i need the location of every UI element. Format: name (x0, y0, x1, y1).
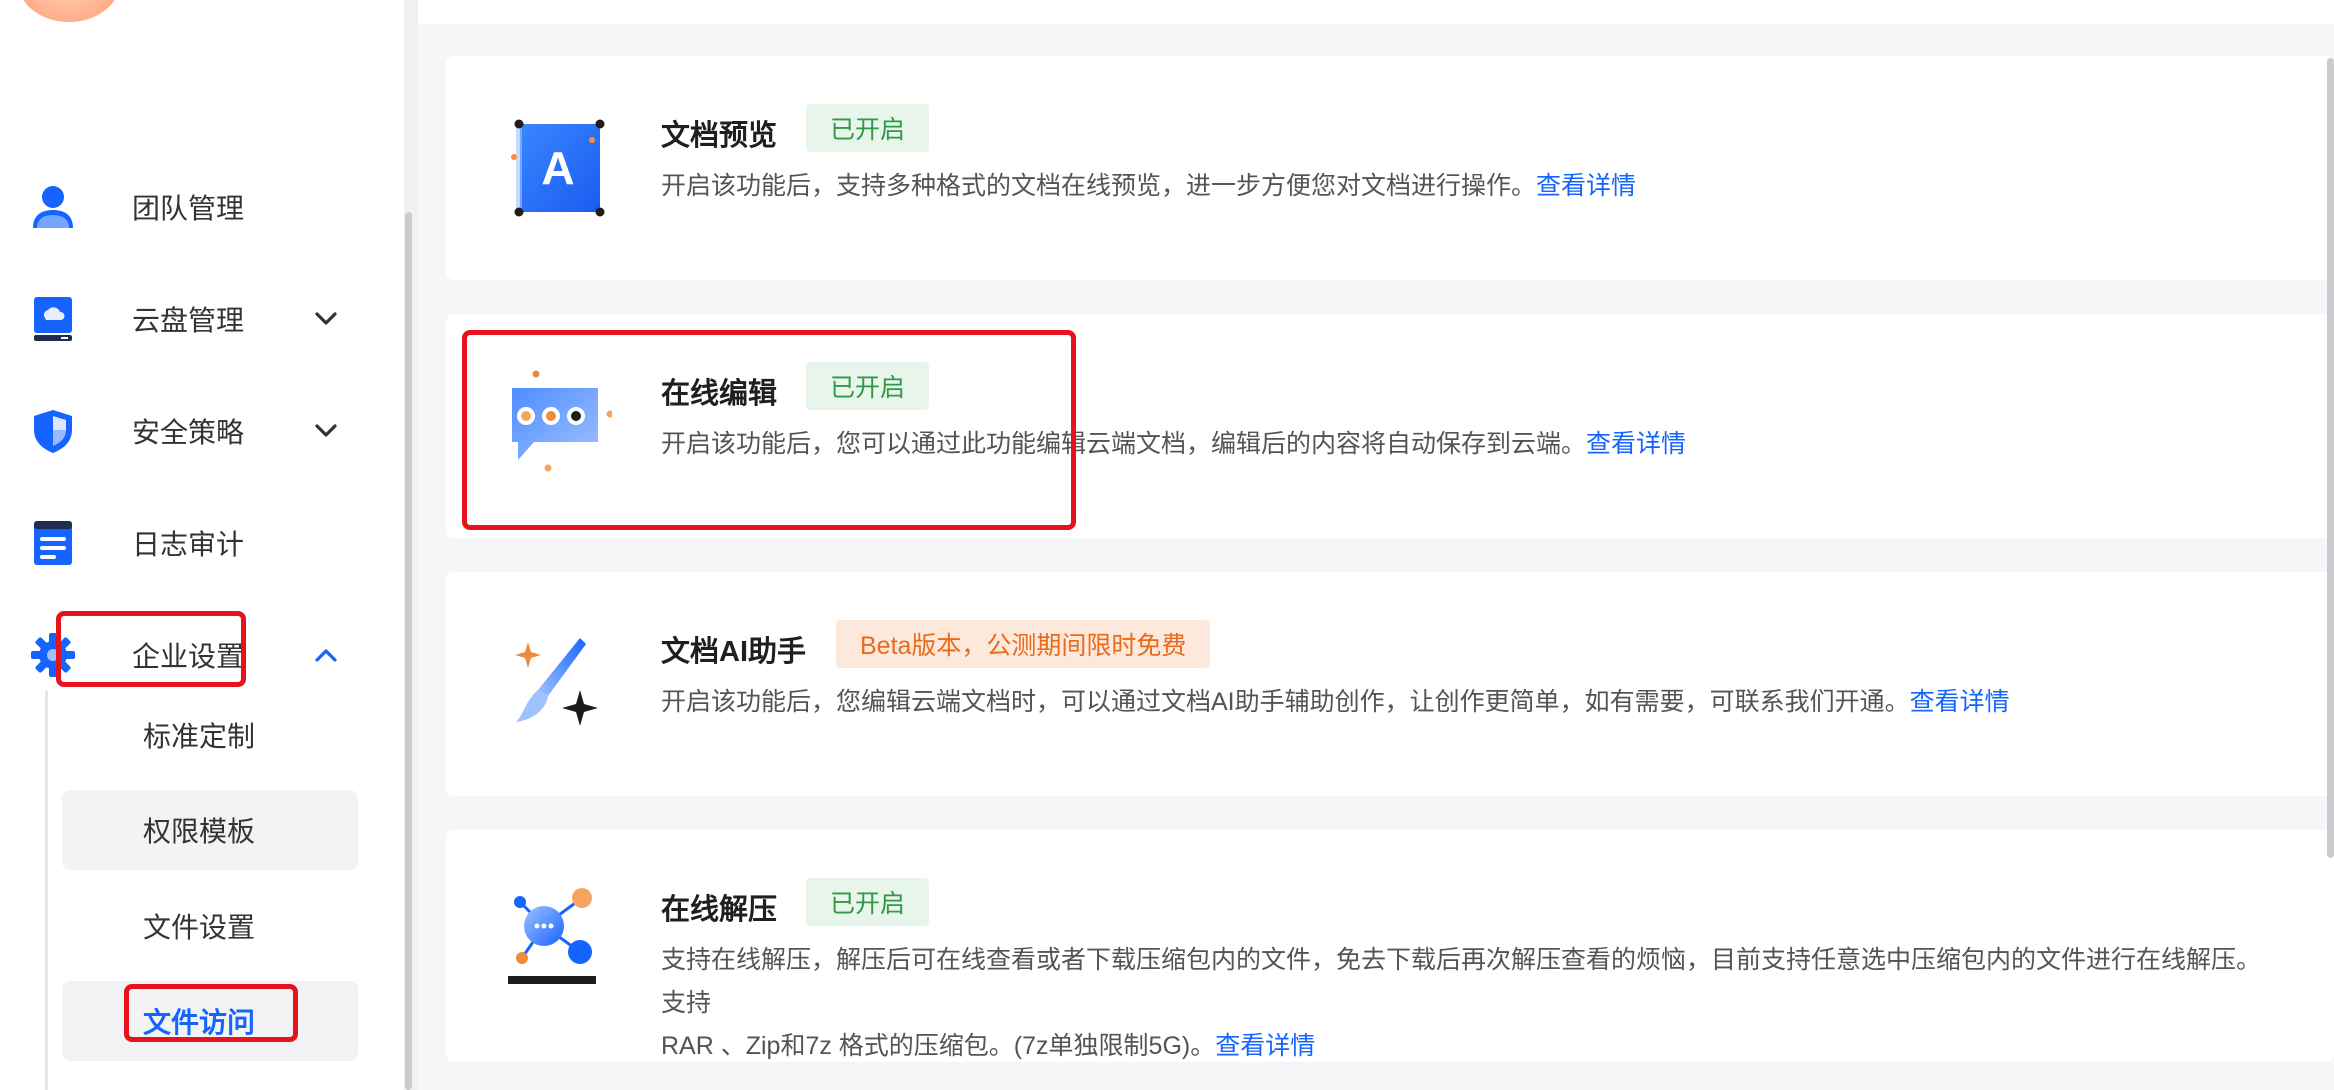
card-title: 在线编辑 (661, 378, 778, 410)
card-title: 在线解压 (661, 894, 778, 926)
status-badge: 已开启 (806, 104, 930, 152)
card-description: 开启该功能后，支持多种格式的文档在线预览，进一步方便您对文档进行操作。查看详情 (661, 165, 2281, 208)
user-icon (28, 182, 78, 232)
gear-icon (28, 630, 78, 680)
card-title: 文档AI助手 (661, 636, 807, 668)
feature-card-online-unzip: 在线解压 已开启 支持在线解压，解压后可在线查看或者下载压缩包内的文件，免去下载… (446, 830, 2334, 1062)
chat-bubble-icon (502, 368, 614, 478)
chevron-down-icon[interactable] (308, 413, 344, 449)
feature-card-online-edit: 在线编辑 已开启 开启该功能后，您可以通过此功能编辑云端文档，编辑后的内容将自动… (446, 314, 2334, 538)
submenu-item-file-settings[interactable]: 文件设置 (62, 886, 358, 966)
chevron-up-icon[interactable] (308, 637, 344, 673)
ai-brush-icon (502, 634, 612, 744)
submenu-item-standard-custom[interactable]: 标准定制 (62, 695, 358, 775)
top-card-edge (418, 0, 2334, 24)
sidebar-scrollbar-thumb[interactable] (405, 212, 412, 1090)
status-badge: 已开启 (806, 362, 930, 410)
sidebar: 团队管理 云盘管理 安全策略 日志审计 企业设置 标准定制 权限模板 文件设置 … (0, 0, 404, 1090)
sidebar-item-log-audit[interactable]: 日志审计 (28, 503, 358, 583)
card-title: 文档预览 (661, 120, 778, 152)
card-description-text: 开启该功能后，您可以通过此功能编辑云端文档，编辑后的内容将自动保存到云端。 (661, 430, 1587, 458)
sidebar-item-enterprise-settings[interactable]: 企业设置 (28, 615, 358, 695)
sidebar-item-label: 企业设置 (132, 641, 245, 672)
view-details-link[interactable]: 查看详情 (1536, 172, 1636, 200)
status-badge: 已开启 (806, 878, 930, 926)
view-details-link[interactable]: 查看详情 (1586, 430, 1686, 458)
card-description-text: 开启该功能后，您编辑云端文档时，可以通过文档AI助手辅助创作，让创作更简单，如有… (661, 688, 1910, 716)
chevron-down-icon[interactable] (308, 301, 344, 337)
svg-text:A: A (541, 142, 574, 194)
submenu-item-label: 标准定制 (143, 721, 256, 752)
submenu-item-file-access[interactable]: 文件访问 (62, 981, 358, 1061)
sidebar-item-label: 云盘管理 (132, 305, 245, 336)
sidebar-item-label: 安全策略 (132, 417, 245, 448)
sidebar-scrollbar[interactable] (404, 0, 418, 1090)
avatar[interactable] (18, 0, 120, 22)
main-scrollbar-thumb[interactable] (2327, 58, 2334, 858)
sidebar-item-label: 日志审计 (132, 529, 245, 560)
submenu-guide-line (45, 690, 48, 1090)
view-details-link[interactable]: 查看详情 (1215, 1032, 1315, 1060)
card-description: 开启该功能后，您编辑云端文档时，可以通过文档AI助手辅助创作，让创作更简单，如有… (661, 681, 2281, 724)
feature-card-doc-preview: A 文档预览 已开启 开启该功能后，支持多种格式的文档在线预览，进一步方便您对文… (446, 56, 2334, 280)
shield-icon (28, 406, 78, 456)
submenu-item-label: 文件设置 (143, 912, 256, 943)
feature-card-doc-ai-assistant: 文档AI助手 Beta版本，公测期间限时免费 开启该功能后，您编辑云端文档时，可… (446, 572, 2334, 796)
submenu-item-label: 文件访问 (143, 1007, 256, 1038)
submenu-item-label: 权限模板 (143, 816, 256, 847)
sidebar-item-label: 团队管理 (132, 193, 245, 224)
card-description-text: 开启该功能后，支持多种格式的文档在线预览，进一步方便您对文档进行操作。 (661, 172, 1537, 200)
submenu-item-permission-template[interactable]: 权限模板 (62, 790, 358, 870)
log-icon (28, 518, 78, 568)
unzip-network-icon (502, 882, 612, 992)
card-description-text: RAR 、Zip和7z 格式的压缩包。(7z单独限制5G)。 (661, 1032, 1216, 1060)
card-description-line: RAR 、Zip和7z 格式的压缩包。(7z单独限制5G)。查看详情 (661, 1025, 2281, 1068)
document-preview-icon: A (502, 114, 612, 224)
card-description-line: 支持在线解压，解压后可在线查看或者下载压缩包内的文件，免去下载后再次解压查看的烦… (661, 946, 2262, 1017)
sidebar-item-team[interactable]: 团队管理 (28, 167, 358, 247)
sidebar-item-security[interactable]: 安全策略 (28, 391, 358, 471)
card-description: 支持在线解压，解压后可在线查看或者下载压缩包内的文件，免去下载后再次解压查看的烦… (661, 939, 2281, 1068)
sidebar-item-cloud-drive[interactable]: 云盘管理 (28, 279, 358, 359)
view-details-link[interactable]: 查看详情 (1910, 688, 2010, 716)
beta-badge: Beta版本，公测期间限时免费 (836, 620, 1211, 668)
cloud-drive-icon (28, 294, 78, 344)
card-description: 开启该功能后，您可以通过此功能编辑云端文档，编辑后的内容将自动保存到云端。查看详… (661, 423, 2281, 466)
